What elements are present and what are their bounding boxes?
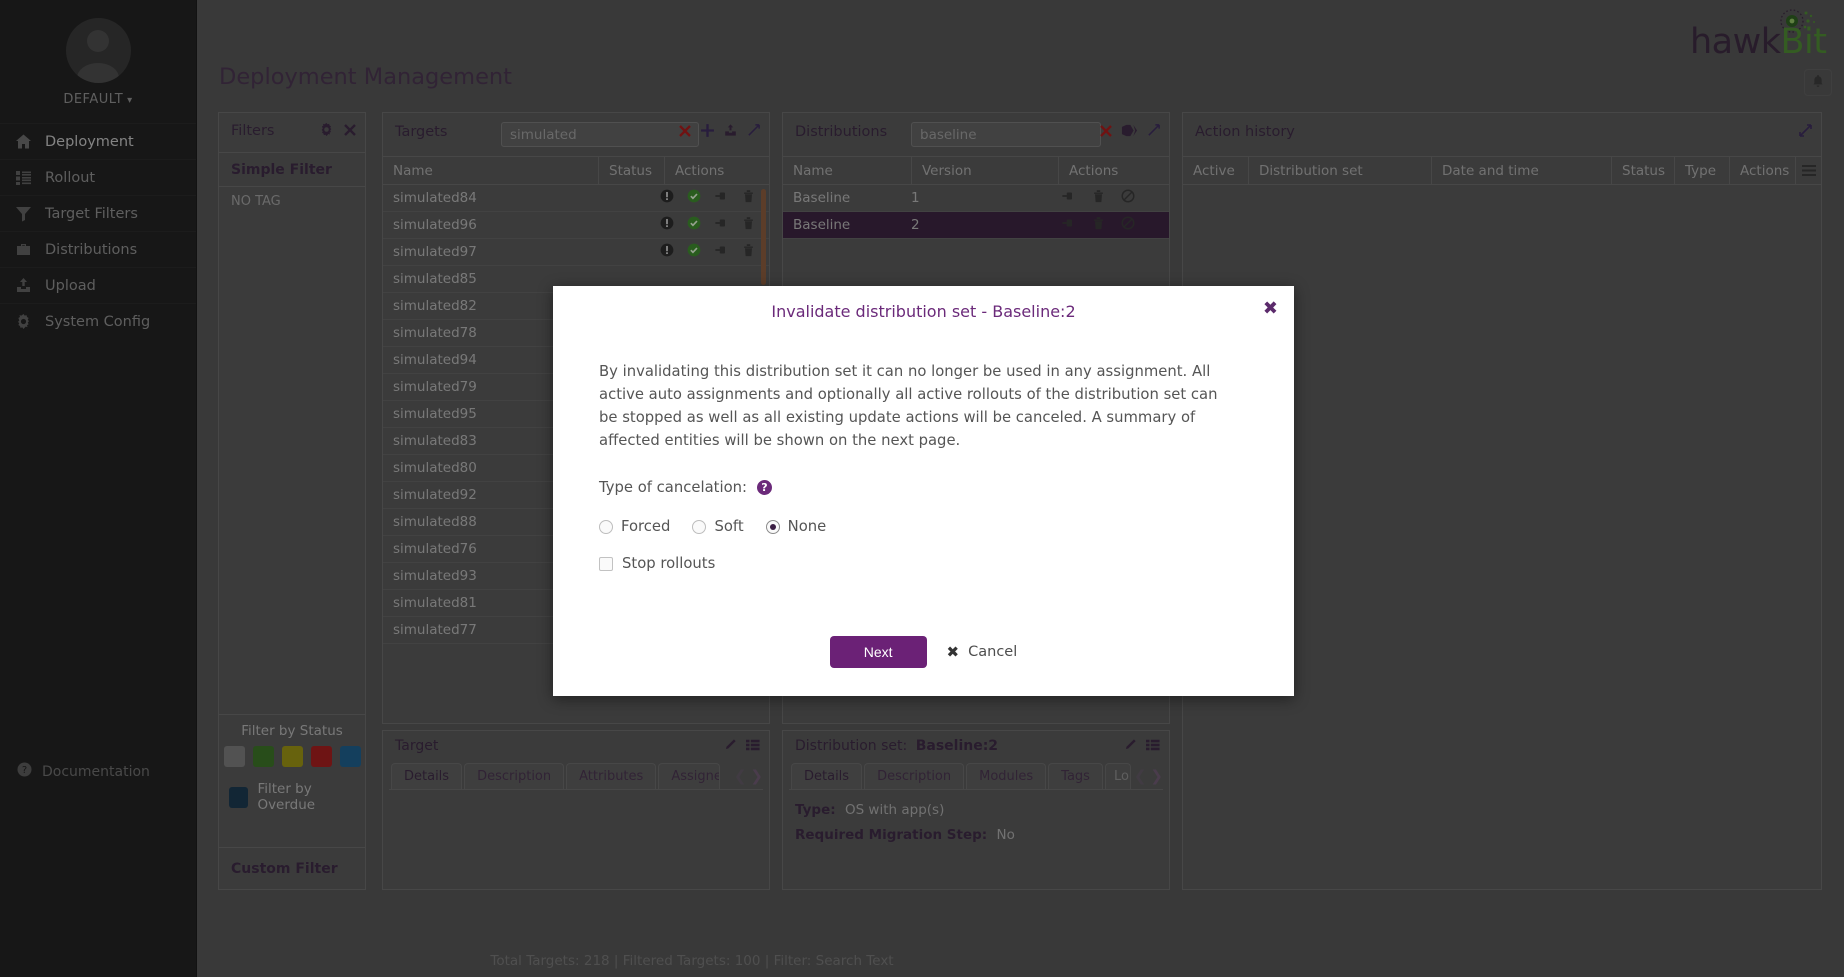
cancel-button[interactable]: ✖ Cancel (947, 643, 1018, 661)
stop-rollouts-checkbox-row[interactable]: Stop rollouts (599, 555, 1248, 572)
radio-option-forced[interactable]: Forced (599, 518, 670, 535)
close-icon: ✖ (946, 643, 960, 661)
radio-option-soft[interactable]: Soft (692, 518, 744, 536)
radio-none-indicator[interactable] (765, 519, 780, 534)
cancelation-type-radio-group[interactable]: Forced Soft None (599, 518, 1248, 535)
stop-rollouts-checkbox[interactable] (599, 556, 613, 571)
invalidate-distribution-set-dialog: Invalidate distribution set - Baseline:2… (553, 286, 1294, 696)
next-button[interactable]: Next (829, 636, 927, 668)
radio-soft-label: Soft (714, 518, 744, 536)
stop-rollouts-label: Stop rollouts (622, 555, 716, 573)
radio-forced-label: Forced (621, 518, 671, 536)
close-icon[interactable]: ✖ (1263, 298, 1278, 319)
modal-actions: Next ✖ Cancel (553, 636, 1294, 668)
radio-none-label: None (787, 518, 827, 536)
modal-header: Invalidate distribution set - Baseline:2… (553, 286, 1294, 338)
modal-body: By invalidating this distribution set it… (553, 338, 1294, 572)
modal-title: Invalidate distribution set - Baseline:2 (771, 302, 1076, 321)
radio-forced-indicator[interactable] (599, 519, 613, 534)
radio-option-none[interactable]: None (765, 518, 827, 536)
cancelation-type-label: Type of cancelation: (599, 479, 747, 497)
radio-soft-indicator[interactable] (692, 519, 707, 534)
cancel-button-label: Cancel (968, 644, 1018, 660)
cancelation-type-row: Type of cancelation: ? (599, 479, 1248, 496)
modal-description: By invalidating this distribution set it… (599, 363, 1218, 450)
help-icon[interactable]: ? (756, 480, 772, 496)
